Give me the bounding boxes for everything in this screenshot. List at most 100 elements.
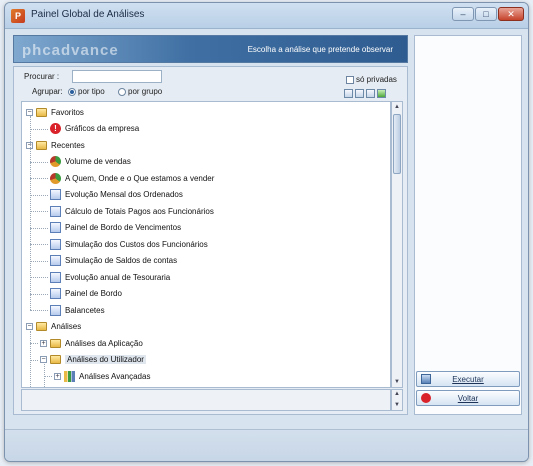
search-input[interactable]: [72, 70, 162, 83]
maximize-button[interactable]: □: [475, 7, 497, 21]
refresh-icon[interactable]: [366, 89, 375, 98]
group-by-group-label: por grupo: [128, 87, 163, 96]
tree-item-label: Gráficos da empresa: [65, 124, 140, 133]
tree-item[interactable]: − Análises do Utilizador: [40, 352, 146, 368]
group-by-group-radio[interactable]: por grupo: [118, 87, 162, 96]
pie-chart-icon: [64, 387, 75, 388]
document-icon: [50, 255, 61, 266]
folder-icon: [36, 322, 47, 331]
group-label: Agrupar:: [32, 87, 63, 96]
window-title: Painel Global de Análises: [31, 9, 145, 20]
checkbox-box[interactable]: [346, 75, 354, 84]
pie-chart-icon: [50, 156, 61, 167]
tree-item[interactable]: − Recentes: [26, 137, 85, 153]
tree-guide-line: [30, 277, 48, 278]
expand-all-icon[interactable]: [355, 89, 364, 98]
scroll-up-icon[interactable]: ▲: [392, 102, 402, 112]
tree-item-label: Recentes: [51, 140, 85, 150]
document-icon: [50, 205, 61, 217]
tree-item-label: Análises da Aplicação: [65, 338, 143, 348]
tree-guide-line: [30, 343, 38, 344]
tree-guide-line: [30, 194, 48, 196]
execute-button[interactable]: Executar: [416, 371, 520, 387]
tree-item-label: A Quem, Onde e o Que estamos a vender: [65, 173, 215, 183]
minimize-button[interactable]: –: [452, 7, 474, 21]
document-icon: [50, 238, 61, 250]
tree-item-label: Simulação dos Custos dos Funcionários: [65, 239, 208, 249]
close-button[interactable]: ✕: [498, 7, 524, 21]
group-by-type-radio[interactable]: por tipo: [68, 87, 105, 96]
document-icon: [50, 222, 61, 233]
scroll-thumb[interactable]: [393, 114, 401, 174]
tree-guide-line: [30, 161, 48, 163]
description-box[interactable]: [21, 389, 391, 411]
tree-item[interactable]: Evolução Mensal dos Ordenados: [50, 187, 183, 203]
radio-selected-icon[interactable]: [68, 87, 76, 96]
tree-toolbar: [344, 89, 386, 98]
header-banner: phcadvance Escolha a análise que pretend…: [13, 35, 408, 63]
analysis-browser-panel: Procurar : só privadas Agrupar: por tipo…: [13, 66, 408, 415]
expand-toggle-icon[interactable]: +: [40, 339, 47, 347]
document-icon: [50, 271, 61, 283]
tree-item[interactable]: +Análises Multi-Dimensionais: [54, 385, 179, 388]
tree-item-label: Análises do Utilizador: [65, 355, 146, 364]
tree-guide-line: [44, 376, 52, 377]
desc-scroll-up-icon[interactable]: ▲: [392, 390, 402, 399]
folder-icon: [50, 355, 61, 364]
tree-guide-line: [30, 359, 38, 361]
tree-item[interactable]: Cálculo de Totais Pagos aos Funcionários: [50, 203, 214, 219]
back-button[interactable]: Voltar: [416, 390, 520, 406]
tree-item-label: Cálculo de Totais Pagos aos Funcionários: [65, 206, 214, 216]
tree-guide-line: [30, 260, 48, 262]
collapse-all-icon[interactable]: [344, 89, 353, 98]
status-bar: [5, 429, 528, 461]
error-icon: !: [50, 123, 61, 134]
tree-item[interactable]: Painel de Bordo: [50, 286, 122, 302]
back-icon: [421, 393, 431, 403]
tree-item[interactable]: − Análises: [26, 319, 81, 335]
tree-item-label: Evolução Mensal dos Ordenados: [65, 190, 183, 199]
tree-item-label: Painel de Bordo de Vencimentos: [65, 223, 182, 232]
preview-panel: [414, 35, 522, 415]
confirm-icon[interactable]: [377, 89, 386, 98]
collapse-toggle-icon[interactable]: −: [26, 108, 33, 116]
run-icon: [421, 374, 431, 384]
back-label: Voltar: [457, 393, 479, 403]
tree-scrollbar[interactable]: ▲ ▼: [391, 101, 403, 388]
tree-guide-line: [30, 211, 48, 212]
scroll-down-icon[interactable]: ▼: [392, 377, 402, 387]
title-bar[interactable]: P Painel Global de Análises – □ ✕: [5, 3, 528, 29]
tree-guide-line: [30, 330, 31, 387]
tree-item[interactable]: Volume de vendas: [50, 154, 131, 170]
tree-item[interactable]: Simulação de Saldos de contas: [50, 253, 177, 269]
tree-item-label: Análises: [51, 322, 82, 331]
app-icon: P: [11, 9, 25, 23]
banner-prompt: Escolha a análise que pretende observar: [247, 45, 393, 54]
tree-item[interactable]: Painel de Bordo de Vencimentos: [50, 220, 181, 236]
description-scrollbar[interactable]: ▲ ▼: [391, 389, 403, 411]
tree-item-label: Análises Avançadas: [79, 371, 151, 381]
desc-scroll-down-icon[interactable]: ▼: [392, 401, 402, 410]
tree-item-label: Volume de vendas: [65, 157, 131, 166]
tree-item[interactable]: Balancetes: [50, 302, 105, 318]
brand-logo: phcadvance: [22, 42, 119, 59]
radio-unselected-icon[interactable]: [118, 87, 126, 96]
private-only-checkbox[interactable]: só privadas: [346, 75, 397, 84]
tree-item[interactable]: ! Gráficos da empresa: [50, 121, 139, 137]
pie-chart-icon: [50, 172, 61, 184]
tree-item[interactable]: A Quem, Onde e o Que estamos a vender: [50, 170, 214, 186]
folder-icon: [36, 140, 47, 150]
collapse-toggle-icon[interactable]: −: [40, 356, 47, 363]
tree-item[interactable]: − Favoritos: [26, 104, 84, 120]
tree-item-label: Balancetes: [65, 305, 105, 315]
bar-chart-icon: [64, 370, 75, 382]
group-by-type-label: por tipo: [78, 87, 105, 96]
tree-item[interactable]: Simulação dos Custos dos Funcionários: [50, 236, 208, 252]
tree-item[interactable]: Evolução anual de Tesouraria: [50, 269, 170, 285]
expand-toggle-icon[interactable]: +: [54, 372, 61, 380]
tree-item[interactable]: + Análises da Aplicação: [40, 335, 143, 351]
document-icon: [50, 288, 61, 299]
analysis-tree[interactable]: − Favoritos! Gráficos da empresa − Recentes V…: [21, 101, 391, 388]
collapse-toggle-icon[interactable]: −: [26, 323, 33, 330]
tree-item[interactable]: + Análises Avançadas: [54, 368, 150, 384]
